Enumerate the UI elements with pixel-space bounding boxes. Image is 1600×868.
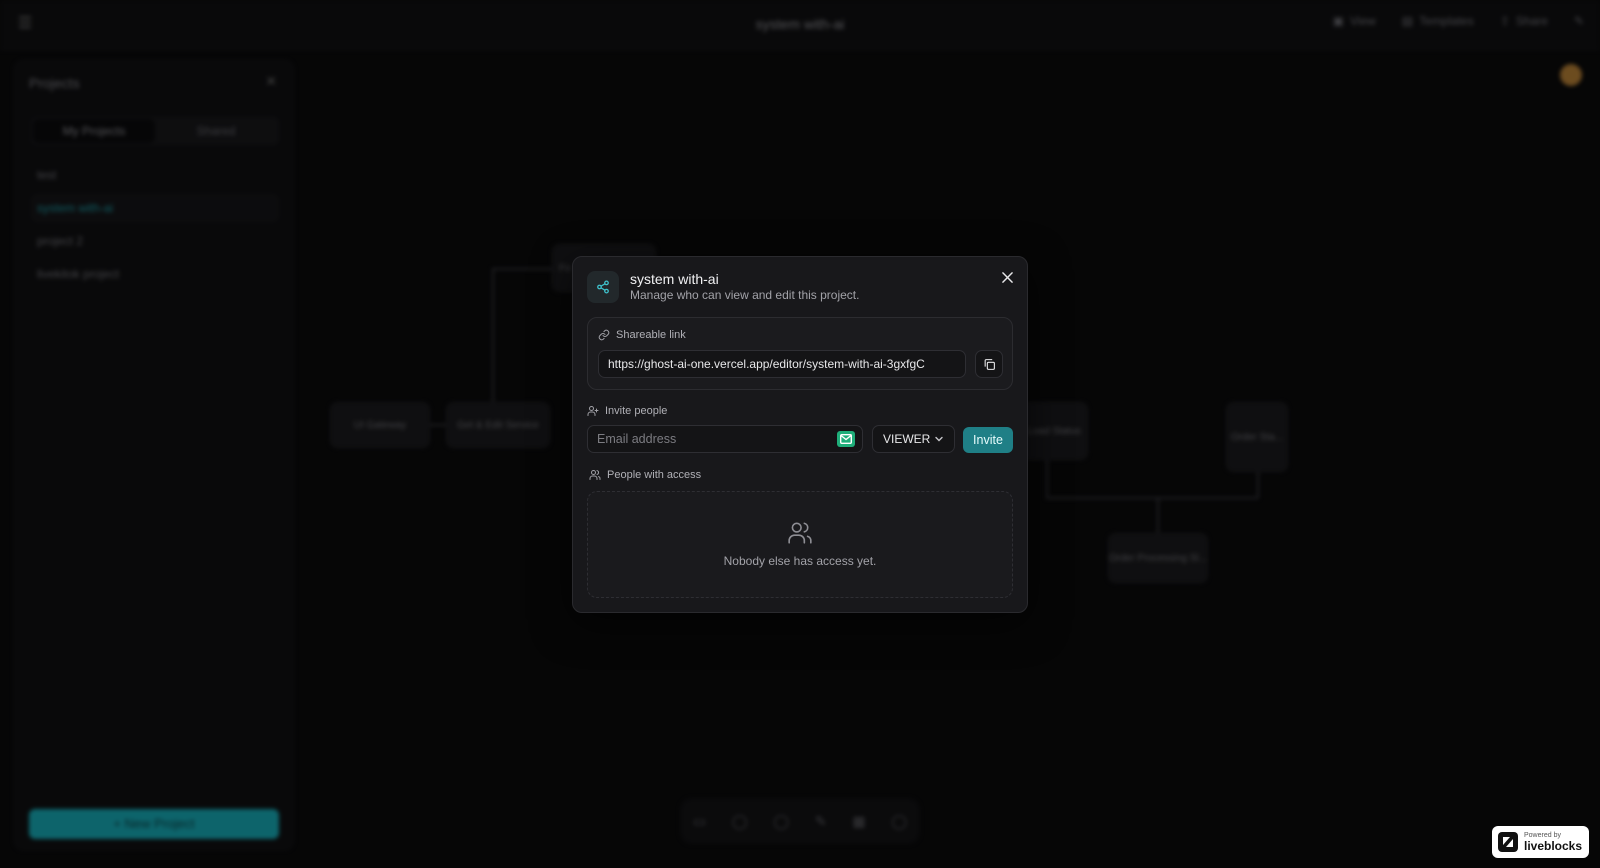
- email-field: [587, 425, 863, 453]
- copy-link-button[interactable]: [975, 350, 1003, 378]
- chevron-down-icon: [935, 436, 943, 442]
- email-input[interactable]: [588, 426, 828, 452]
- access-list: Nobody else has access yet.: [587, 491, 1013, 598]
- dialog-title: system with-ai: [630, 271, 719, 287]
- mail-icon: [837, 431, 855, 447]
- share-icon: [587, 271, 619, 303]
- dialog-subtitle: Manage who can view and edit this projec…: [630, 288, 860, 302]
- shareable-link-label: Shareable link: [598, 329, 686, 341]
- invite-people-label: Invite people: [587, 405, 667, 417]
- role-value: VIEWER: [883, 432, 931, 446]
- users-icon: [589, 470, 601, 480]
- powered-by-text: Powered by: [1524, 832, 1561, 839]
- close-icon[interactable]: [999, 269, 1015, 285]
- empty-access-text: Nobody else has access yet.: [723, 554, 877, 568]
- people-icon: [788, 522, 812, 544]
- people-with-access-label: People with access: [589, 469, 701, 481]
- liveblocks-badge[interactable]: Powered by liveblocks: [1492, 826, 1589, 858]
- shareable-link-input[interactable]: [598, 350, 966, 378]
- link-icon: [598, 329, 610, 341]
- liveblocks-text: Powered by liveblocks: [1524, 832, 1582, 852]
- share-dialog: system with-ai Manage who can view and e…: [572, 256, 1028, 613]
- liveblocks-logo-icon: [1498, 832, 1518, 852]
- user-plus-icon: [587, 406, 599, 416]
- liveblocks-name: liveblocks: [1524, 839, 1583, 853]
- role-select[interactable]: VIEWER: [872, 425, 955, 453]
- copy-icon: [984, 358, 995, 370]
- shareable-link-section: Shareable link: [587, 317, 1013, 390]
- invite-button[interactable]: Invite: [963, 427, 1013, 453]
